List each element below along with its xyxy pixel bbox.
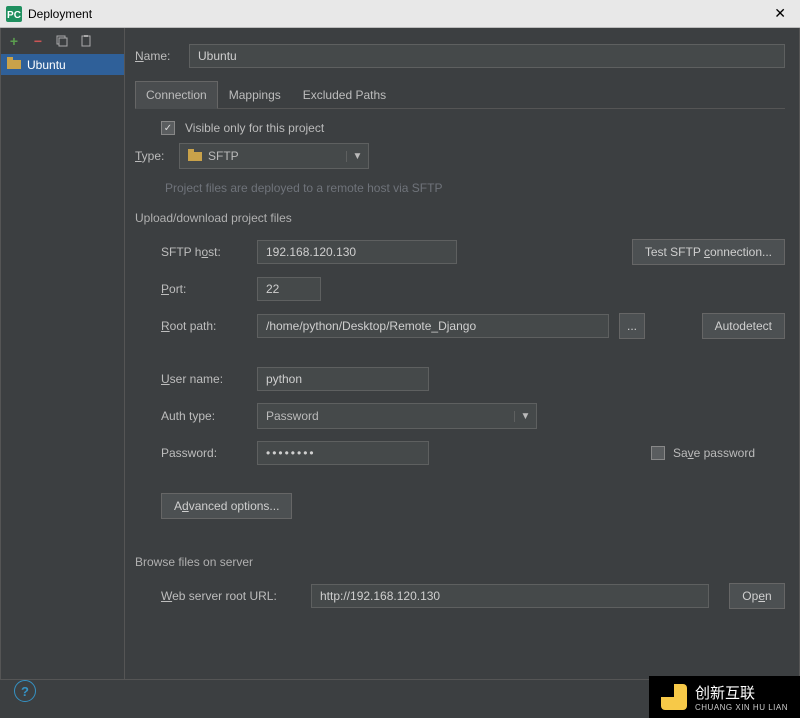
password-label: Password: [161,446,247,460]
host-label: SFTP host: [161,245,247,259]
titlebar: PC Deployment ✕ [0,0,800,28]
main-panel: Name: Connection Mappings Excluded Paths… [125,28,799,679]
section-browse-title: Browse files on server [135,555,785,569]
autodetect-button[interactable]: Autodetect [702,313,785,339]
advanced-row: Advanced options... [135,493,785,519]
user-input[interactable] [257,367,429,391]
server-item-ubuntu[interactable]: Ubuntu [1,54,124,75]
close-icon[interactable]: ✕ [766,5,794,22]
type-row: Type: SFTP ▼ [135,143,785,169]
auth-value: Password [266,409,319,423]
body-area: + − Ubuntu Name: Connection Ma [0,28,800,680]
host-input[interactable] [257,240,457,264]
root-browse-button[interactable]: ... [619,313,645,339]
name-row: Name: [135,44,785,68]
sidebar: + − Ubuntu [1,28,125,679]
type-label: Type: [135,149,169,163]
server-icon [7,57,21,72]
app-icon: PC [6,6,22,22]
user-label: User name: [161,372,247,386]
visible-only-label: Visible only for this project [185,121,324,135]
add-server-icon[interactable]: + [7,34,21,48]
url-row: Web server root URL: Open [135,583,785,609]
open-button[interactable]: Open [729,583,785,609]
visible-only-row: ✓ Visible only for this project [135,121,785,135]
visible-only-checkbox[interactable]: ✓ [161,121,175,135]
password-row: Password: Save password [135,441,785,465]
section-upload-title: Upload/download project files [135,211,785,225]
sidebar-toolbar: + − [1,28,124,54]
root-input[interactable] [257,314,609,338]
chevron-down-icon: ▼ [346,151,368,162]
svg-text:PC: PC [7,10,21,21]
watermark: 创新互联 CHUANG XIN HU LIAN [649,676,800,718]
root-row: Root path: ... Autodetect [135,313,785,339]
watermark-logo [661,684,687,710]
name-input[interactable] [189,44,785,68]
port-label: Port: [161,282,247,296]
watermark-cn: 创新互联 [695,682,788,703]
window-title: Deployment [28,7,766,21]
type-value: SFTP [208,149,239,163]
footer: ? [14,680,36,702]
chevron-down-icon: ▼ [514,411,536,422]
url-label: Web server root URL: [161,589,301,603]
type-help-text: Project files are deployed to a remote h… [165,181,785,195]
password-input[interactable] [257,441,429,465]
advanced-options-button[interactable]: Advanced options... [161,493,292,519]
sftp-icon [188,149,202,164]
host-row: SFTP host: Test SFTP connection... [135,239,785,265]
test-connection-button[interactable]: Test SFTP connection... [632,239,785,265]
auth-combo[interactable]: Password ▼ [257,403,537,429]
help-button[interactable]: ? [14,680,36,702]
root-label: Root path: [161,319,247,333]
auth-label: Auth type: [161,409,247,423]
copy-icon[interactable] [55,34,69,48]
tab-connection[interactable]: Connection [135,81,218,109]
tab-excluded[interactable]: Excluded Paths [292,81,397,109]
paste-icon[interactable] [79,34,93,48]
tabs: Connection Mappings Excluded Paths [135,80,785,109]
tab-mappings[interactable]: Mappings [218,81,292,109]
save-password-checkbox[interactable] [651,446,665,460]
user-row: User name: [135,367,785,391]
name-label: Name: [135,49,179,63]
auth-row: Auth type: Password ▼ [135,403,785,429]
url-input[interactable] [311,584,709,608]
server-list: Ubuntu [1,54,124,679]
save-password-label: Save password [673,446,755,460]
type-combo[interactable]: SFTP ▼ [179,143,369,169]
port-row: Port: [135,277,785,301]
server-item-label: Ubuntu [27,58,66,72]
remove-server-icon[interactable]: − [31,34,45,48]
port-input[interactable] [257,277,321,301]
watermark-en: CHUANG XIN HU LIAN [695,703,788,712]
